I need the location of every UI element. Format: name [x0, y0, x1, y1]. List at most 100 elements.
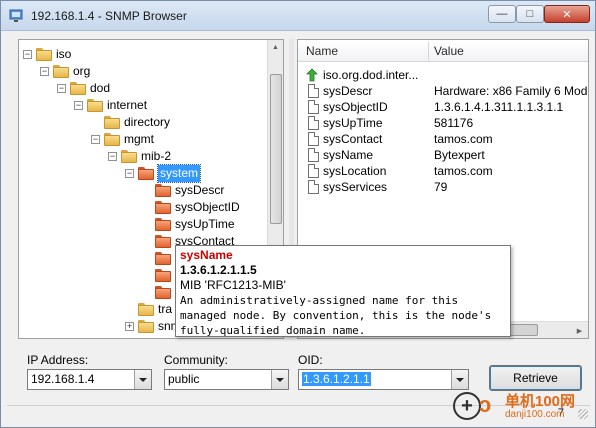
tooltip-description: An administratively-assigned name for th… — [180, 294, 492, 337]
watermark-text: 单机100网 — [505, 393, 576, 410]
tree-item-label: org — [73, 64, 91, 78]
tree-item-label: mib-2 — [141, 149, 172, 163]
retrieve-button-label: Retrieve — [513, 371, 558, 385]
community-value[interactable]: public — [168, 372, 199, 386]
list-item[interactable]: sysObjectID 1.3.6.1.4.1.311.1.1.3.1.1 — [298, 99, 588, 115]
list-item[interactable]: sysLocation tamos.com — [298, 163, 588, 179]
row-value: 79 — [434, 180, 448, 194]
row-name: sysDescr — [323, 84, 373, 98]
collapse-icon[interactable]: − — [23, 50, 32, 59]
folder-icon — [138, 167, 154, 180]
tree-item-system[interactable]: − system — [19, 164, 267, 183]
ip-dropdown-button[interactable] — [134, 370, 151, 389]
list-item[interactable]: sysUpTime 581176 — [298, 115, 588, 131]
community-combo[interactable]: public — [164, 369, 289, 390]
tree-item-sysuptime[interactable]: sysUpTime — [19, 216, 267, 233]
scroll-right-arrow-icon[interactable]: ▶ — [572, 323, 587, 338]
client-area: ▲ ▼ −iso−org−dod−internetdirectory−mgmt−… — [7, 35, 590, 421]
collapse-icon[interactable]: − — [125, 169, 134, 178]
column-header-value[interactable]: Value — [434, 44, 464, 58]
collapse-icon[interactable]: − — [40, 67, 49, 76]
chevron-down-icon — [456, 377, 464, 382]
row-name: sysContact — [323, 132, 383, 146]
tree-item-org[interactable]: − org — [19, 63, 267, 80]
oid-combo[interactable]: 1.3.6.1.2.1.1 — [298, 369, 469, 390]
tooltip-title: sysName — [180, 248, 233, 262]
tree-item-sysdescr[interactable]: sysDescr — [19, 182, 267, 199]
row-value: 581176 — [434, 116, 474, 130]
ip-address-combo[interactable]: 192.168.1.4 — [27, 369, 152, 390]
folder-icon — [155, 286, 171, 299]
folder-icon — [104, 116, 120, 129]
close-icon: ✕ — [562, 8, 572, 21]
oid-value[interactable]: 1.3.6.1.2.1.1 — [302, 372, 371, 386]
community-label: Community: — [164, 353, 229, 367]
row-name: sysLocation — [323, 164, 387, 178]
row-value: 1.3.6.1.4.1.311.1.1.3.1.1 — [434, 100, 564, 114]
tree-item-dod[interactable]: − dod — [19, 80, 267, 97]
document-icon — [308, 180, 319, 194]
tree-item-sysobjectid[interactable]: sysObjectID — [19, 199, 267, 216]
expand-icon[interactable]: + — [125, 322, 134, 331]
tree-scroll-thumb[interactable] — [270, 74, 282, 224]
row-name: sysObjectID — [323, 100, 388, 114]
tooltip-oid: 1.3.6.1.2.1.1.5 — [180, 263, 257, 277]
watermark-plus-icon: + — [453, 392, 481, 420]
folder-icon — [121, 150, 137, 163]
maximize-button[interactable]: □ — [516, 5, 544, 23]
tree-item-label: iso — [56, 47, 72, 61]
minimize-icon: — — [496, 8, 508, 20]
scroll-up-arrow-icon[interactable]: ▲ — [268, 40, 283, 55]
folder-icon — [155, 218, 171, 231]
column-separator[interactable] — [428, 42, 429, 60]
list-item[interactable]: sysContact tamos.com — [298, 131, 588, 147]
tree-item-mgmt[interactable]: − mgmt — [19, 131, 267, 148]
minimize-button[interactable]: — — [488, 5, 516, 23]
tree-item-iso[interactable]: − iso — [19, 46, 267, 63]
row-value: Hardware: x86 Family 6 Mod — [434, 84, 588, 98]
tree-item-label: internet — [107, 98, 148, 112]
row-value: tamos.com — [434, 164, 493, 178]
list-item[interactable]: iso.org.dod.inter... — [298, 67, 588, 83]
maximize-icon: □ — [526, 8, 534, 20]
list-item[interactable]: sysServices 79 — [298, 179, 588, 195]
row-value: tamos.com — [434, 132, 493, 146]
ip-address-label: IP Address: — [27, 353, 89, 367]
tree-item-label: sysDescr — [175, 183, 225, 197]
close-button[interactable]: ✕ — [544, 5, 590, 23]
folder-icon — [155, 235, 171, 248]
row-name: sysName — [323, 148, 374, 162]
watermark-logo: + ↄ 单机100网 danji100.com — [453, 390, 593, 426]
tree-item-label: directory — [124, 115, 171, 129]
community-dropdown-button[interactable] — [271, 370, 288, 389]
collapse-icon[interactable]: − — [57, 84, 66, 93]
oid-label: OID: — [298, 353, 323, 367]
folder-icon — [53, 65, 69, 78]
collapse-icon[interactable]: − — [108, 152, 117, 161]
row-value: Bytexpert — [434, 148, 485, 162]
row-name: iso.org.dod.inter... — [323, 68, 419, 82]
document-icon — [308, 84, 319, 98]
tree-item-mib-2[interactable]: − mib-2 — [19, 148, 267, 165]
collapse-icon[interactable]: − — [74, 101, 83, 110]
collapse-icon[interactable]: − — [91, 135, 100, 144]
tree-item-label: tra — [158, 302, 173, 316]
tree-item-directory[interactable]: directory — [19, 114, 267, 131]
folder-icon — [155, 184, 171, 197]
chevron-down-icon — [276, 377, 284, 382]
folder-icon — [36, 48, 52, 61]
tree-item-label: sysUpTime — [175, 217, 235, 231]
watermark-url: danji100.com — [505, 409, 565, 420]
document-icon — [308, 148, 319, 162]
up-level-icon — [306, 68, 318, 82]
column-header-name[interactable]: Name — [306, 44, 338, 58]
tree-item-internet[interactable]: − internet — [19, 97, 267, 114]
network-app-icon — [9, 9, 23, 22]
retrieve-button[interactable]: Retrieve — [489, 365, 582, 391]
oid-dropdown-button[interactable] — [451, 370, 468, 389]
ip-address-value[interactable]: 192.168.1.4 — [31, 372, 94, 386]
list-item[interactable]: sysName Bytexpert — [298, 147, 588, 163]
list-item[interactable]: sysDescr Hardware: x86 Family 6 Mod — [298, 83, 588, 99]
folder-icon — [155, 201, 171, 214]
folder-icon — [138, 320, 154, 333]
